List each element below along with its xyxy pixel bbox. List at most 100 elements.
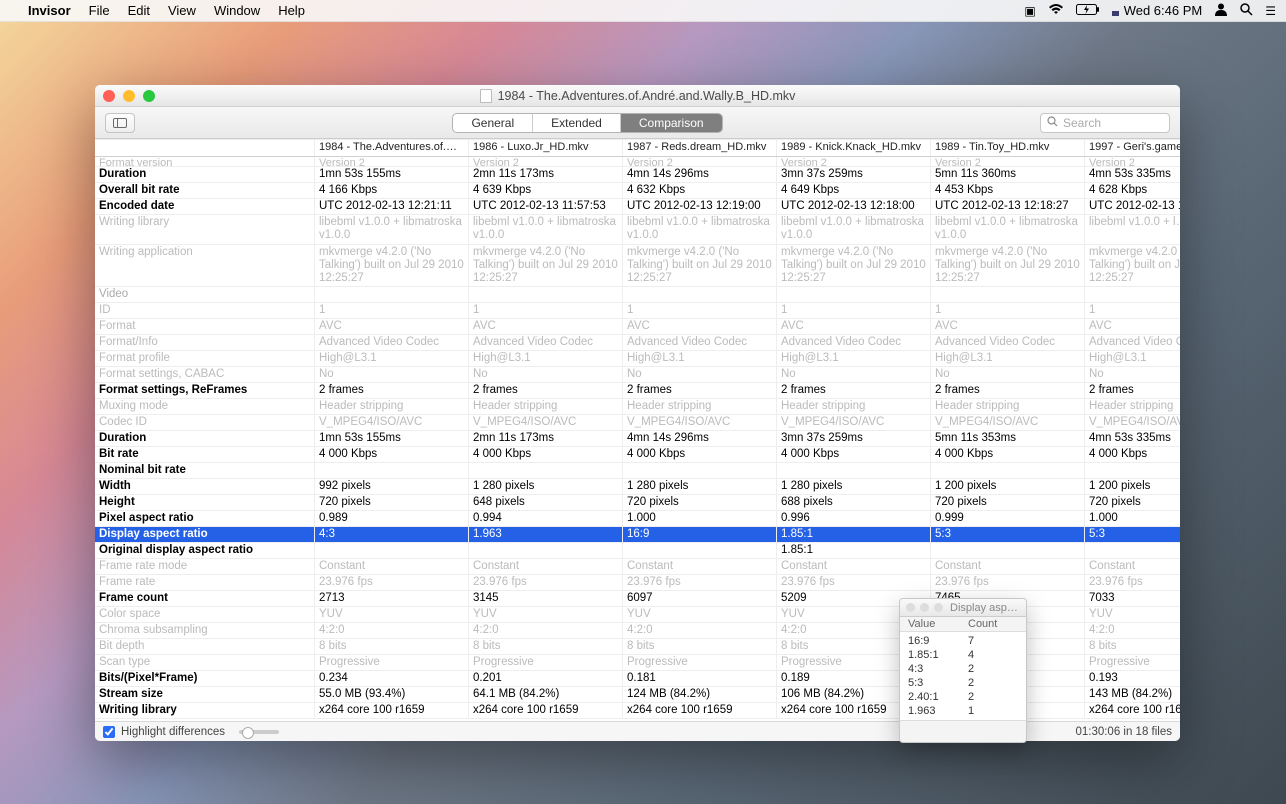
window-title: 1984 - The.Adventures.of.André.and.Wally… [498, 89, 796, 103]
table-row[interactable]: Video [95, 287, 1180, 303]
column-header[interactable]: 1989 - Tin.Toy_HD.mkv [931, 139, 1085, 156]
partial-row: Format version Version 2 Version 2 Versi… [95, 157, 1180, 167]
table-row[interactable]: Frame rate23.976 fps23.976 fps23.976 fps… [95, 575, 1180, 591]
table-row[interactable]: Format settings, CABACNoNoNoNoNoNo [95, 367, 1180, 383]
table-row[interactable]: Original display aspect ratio1.85:1 [95, 543, 1180, 559]
popover-row[interactable]: 4:32 [900, 662, 1026, 676]
titlebar[interactable]: 1984 - The.Adventures.of.André.and.Wally… [95, 85, 1180, 107]
table-cell: 1.85:1 [777, 543, 931, 559]
table-row[interactable]: FormatAVCAVCAVCAVCAVCAVC [95, 319, 1180, 335]
menu-file[interactable]: File [89, 3, 110, 18]
table-cell [777, 463, 931, 479]
search-input[interactable]: Search [1040, 113, 1170, 133]
table-cell: x264 core 100 r1659 [315, 703, 469, 719]
table-cell: Header stripping [315, 399, 469, 415]
table-row[interactable]: Height720 pixels648 pixels720 pixels688 … [95, 495, 1180, 511]
tab-comparison[interactable]: Comparison [621, 114, 722, 132]
table-cell: 0.994 [469, 511, 623, 527]
table-cell: 4mn 14s 296ms [623, 167, 777, 183]
table-row[interactable]: Duration1mn 53s 155ms2mn 11s 173ms4mn 14… [95, 431, 1180, 447]
spotlight-icon[interactable] [1240, 3, 1253, 19]
table-row[interactable]: Pixel aspect ratio0.9890.9941.0000.9960.… [95, 511, 1180, 527]
popover-titlebar[interactable]: Display asp… [900, 599, 1026, 617]
table-cell: No [469, 367, 623, 383]
column-header[interactable]: 1986 - Luxo.Jr_HD.mkv [469, 139, 623, 156]
table-cell: 1.000 [623, 511, 777, 527]
table-row[interactable]: Writing applicationmkvmerge v4.2.0 ('No … [95, 245, 1180, 287]
table-row[interactable]: Muxing modeHeader strippingHeader stripp… [95, 399, 1180, 415]
battery-icon[interactable] [1076, 4, 1100, 18]
table-row[interactable]: Format settings, ReFrames2 frames2 frame… [95, 383, 1180, 399]
table-row[interactable]: Overall bit rate4 166 Kbps4 639 Kbps4 63… [95, 183, 1180, 199]
minimize-button[interactable] [123, 90, 135, 102]
row-label: Color space [95, 607, 315, 623]
popover-col-value[interactable]: Value [908, 618, 968, 630]
table-cell: 8 bits [469, 639, 623, 655]
wifi-icon[interactable] [1048, 4, 1064, 18]
column-header[interactable] [95, 139, 315, 156]
tab-extended[interactable]: Extended [533, 114, 621, 132]
user-icon[interactable] [1214, 2, 1228, 19]
column-header[interactable]: 1997 - Geri's.game_… [1085, 139, 1180, 156]
table-row[interactable]: Encoded dateUTC 2012-02-13 12:21:11UTC 2… [95, 199, 1180, 215]
toolbar: General Extended Comparison Search [95, 107, 1180, 139]
table-cell: 4 000 Kbps [315, 447, 469, 463]
table-row[interactable]: Format profileHigh@L3.1High@L3.1High@L3.… [95, 351, 1180, 367]
table-cell: 1.963 [469, 527, 623, 543]
table-cell: 0.999 [931, 511, 1085, 527]
menu-help[interactable]: Help [278, 3, 305, 18]
table-row[interactable]: Nominal bit rate [95, 463, 1180, 479]
table-row[interactable]: Bit rate4 000 Kbps4 000 Kbps4 000 Kbps4 … [95, 447, 1180, 463]
sidebar-toggle-button[interactable] [105, 113, 135, 133]
table-cell [623, 543, 777, 559]
table-row[interactable]: Writing librarylibebml v1.0.0 + libmatro… [95, 215, 1180, 245]
table-cell: 5mn 11s 353ms [931, 431, 1085, 447]
row-label: Display aspect ratio [95, 527, 315, 543]
table-cell: 4 649 Kbps [777, 183, 931, 199]
mac-menubar: Invisor File Edit View Window Help ▣ Wed… [0, 0, 1286, 22]
table-row[interactable]: ID111111 [95, 303, 1180, 319]
popover-row[interactable]: 2.40:12 [900, 690, 1026, 704]
table-cell: UTC 2012-02-13 1… [1085, 199, 1180, 215]
zoom-button[interactable] [143, 90, 155, 102]
table-row[interactable]: Duration1mn 53s 155ms2mn 11s 173ms4mn 14… [95, 167, 1180, 183]
highlight-differences-checkbox[interactable] [103, 726, 115, 738]
row-label: Height [95, 495, 315, 511]
highlight-threshold-slider[interactable] [239, 730, 279, 734]
table-row[interactable]: Frame rate modeConstantConstantConstantC… [95, 559, 1180, 575]
tab-general[interactable]: General [453, 114, 533, 132]
table-cell: 5mn 11s 360ms [931, 167, 1085, 183]
menu-view[interactable]: View [168, 3, 196, 18]
close-button[interactable] [103, 90, 115, 102]
notification-center-icon[interactable]: ☰ [1265, 4, 1276, 18]
table-row[interactable]: Format/InfoAdvanced Video CodecAdvanced … [95, 335, 1180, 351]
popover-min-button[interactable] [920, 603, 929, 612]
popover-zoom-button[interactable] [934, 603, 943, 612]
menu-app-name[interactable]: Invisor [28, 3, 71, 18]
column-header[interactable]: 1987 - Reds.dream_HD.mkv [623, 139, 777, 156]
popover-row[interactable]: 1.85:14 [900, 648, 1026, 662]
airplay-icon[interactable]: ▣ [1024, 4, 1035, 18]
table-cell: Constant [1085, 559, 1180, 575]
menu-edit[interactable]: Edit [128, 3, 150, 18]
table-cell: mkvmerge v4.2.0 ('No Talking') built on … [623, 245, 777, 287]
table-cell: 720 pixels [1085, 495, 1180, 511]
table-cell: 55.0 MB (93.4%) [315, 687, 469, 703]
popover-row[interactable]: 1.9631 [900, 704, 1026, 718]
table-row[interactable]: Width992 pixels1 280 pixels1 280 pixels1… [95, 479, 1180, 495]
table-row[interactable]: Display aspect ratio4:31.96316:91.85:15:… [95, 527, 1180, 543]
table-cell: 4 639 Kbps [469, 183, 623, 199]
table-row[interactable]: Codec IDV_MPEG4/ISO/AVCV_MPEG4/ISO/AVCV_… [95, 415, 1180, 431]
table-cell: libebml v1.0.0 + libmatroska v1.0.0 [315, 215, 469, 245]
popover-row[interactable]: 5:32 [900, 676, 1026, 690]
table-cell: 1 280 pixels [469, 479, 623, 495]
popover-row[interactable]: 16:97 [900, 634, 1026, 648]
menu-window[interactable]: Window [214, 3, 260, 18]
table-cell: 4 628 Kbps [1085, 183, 1180, 199]
table-cell: 23.976 fps [315, 575, 469, 591]
column-header[interactable]: 1984 - The.Adventures.of.An… [315, 139, 469, 156]
menubar-clock[interactable]: Wed 6:46 PM [1124, 3, 1203, 18]
popover-col-count[interactable]: Count [968, 618, 1018, 630]
column-header[interactable]: 1989 - Knick.Knack_HD.mkv [777, 139, 931, 156]
popover-close-button[interactable] [906, 603, 915, 612]
